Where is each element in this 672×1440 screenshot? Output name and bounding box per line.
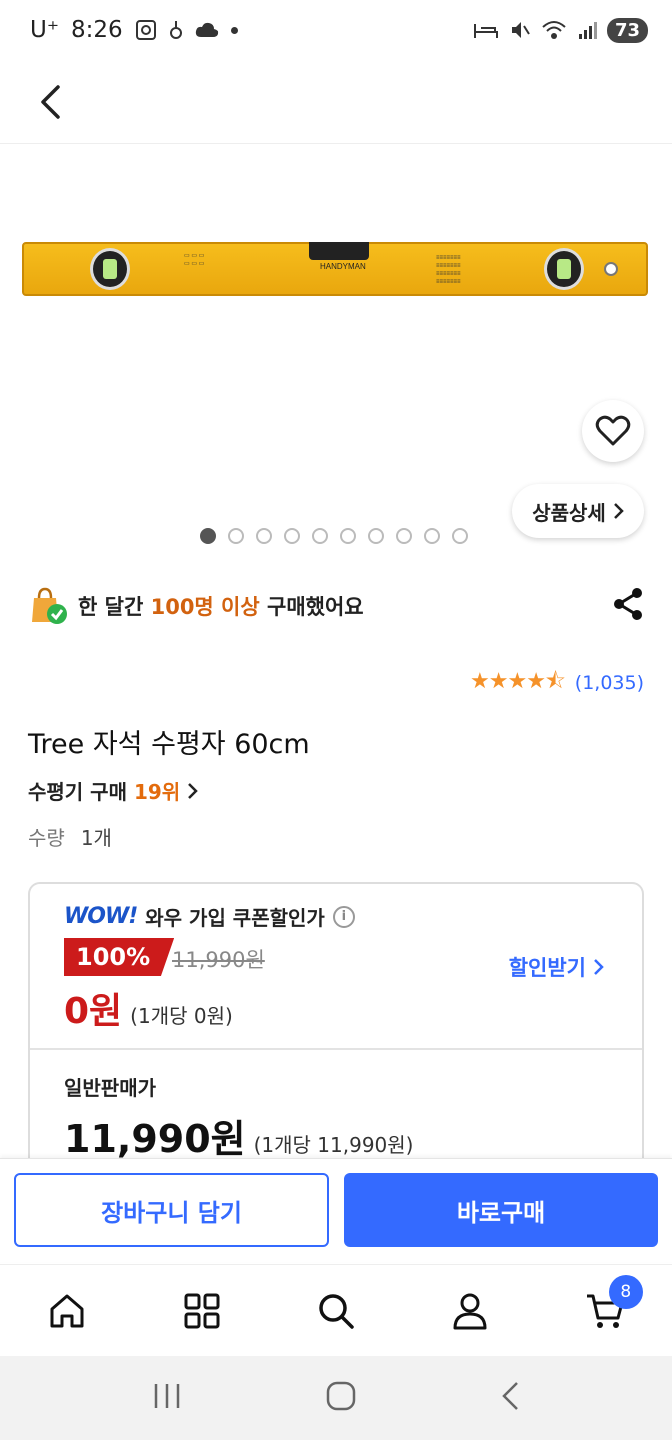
level-print-mark: ▭ ▭ ▭ ▭ ▭ ▭: [184, 253, 205, 267]
recent-apps-icon: [154, 1384, 180, 1408]
carousel-dot[interactable]: [340, 528, 356, 544]
cloud-icon: [195, 22, 218, 37]
level-vial-icon: [544, 248, 584, 290]
chevron-right-icon: [594, 959, 604, 975]
wow-coupon-label: 와우 가입 쿠폰할인가: [145, 906, 325, 930]
level-hang-hole: [604, 262, 618, 276]
nav-search[interactable]: [306, 1281, 366, 1341]
level-top-vial-icon: [309, 242, 369, 260]
product-detail-button[interactable]: 상품상세: [512, 484, 644, 538]
get-coupon-button[interactable]: 할인받기: [509, 952, 604, 982]
heart-icon: [595, 415, 631, 446]
home-circle-icon: [326, 1381, 356, 1411]
add-to-cart-button[interactable]: 장바구니 담기: [14, 1173, 329, 1247]
purchase-count-text: 한 달간 100명 이상 구매했어요: [78, 595, 364, 619]
home-icon: [50, 1294, 84, 1327]
grid-icon: [184, 1293, 220, 1328]
wifi-icon: [542, 21, 566, 39]
nav-home[interactable]: [37, 1281, 97, 1341]
purchase-count-banner: 한 달간 100명 이상 구매했어요: [28, 582, 644, 630]
carousel-dot[interactable]: [256, 528, 272, 544]
wow-price: 0원 (1개당 0원): [64, 982, 233, 1034]
notification-icon: [169, 21, 182, 39]
battery-level: 73: [606, 17, 648, 43]
normal-price: 11,990원 (1개당 11,990원): [64, 1108, 413, 1163]
app-bar: [0, 60, 672, 144]
screenshot-icon: [135, 20, 156, 40]
share-button[interactable]: [612, 587, 644, 625]
product-image-carousel[interactable]: ▭ ▭ ▭ ▭ ▭ ▭ HANDYMAN ≡≡≡≡≡≡≡ ≡≡≡≡≡≡≡ ≡≡≡≡≡≡…: [0, 144, 672, 564]
dot-icon: [230, 26, 238, 34]
category-rank-link[interactable]: 수평기 구매 19위: [28, 776, 198, 805]
recent-apps-button[interactable]: [152, 1382, 182, 1414]
chevron-right-icon: [188, 782, 198, 799]
carousel-dot[interactable]: [424, 528, 440, 544]
normal-price-label: 일반판매가: [64, 1076, 156, 1100]
product-detail-label: 상품상세: [532, 500, 606, 525]
wow-unit-price: (1개당 0원): [130, 1004, 233, 1028]
rating-summary[interactable]: ★★★★⯪ (1,035): [470, 664, 644, 702]
star-rating-icon: ★★★★⯪: [470, 669, 566, 694]
home-system-button[interactable]: [326, 1381, 356, 1415]
wow-price-value: 0원: [64, 991, 123, 1032]
info-icon[interactable]: i: [332, 905, 355, 928]
search-icon: [319, 1293, 354, 1329]
carousel-indicator: [200, 528, 468, 544]
quantity-value: 1개: [80, 826, 112, 850]
buy-now-button[interactable]: 바로구매: [344, 1173, 658, 1247]
wow-logo: WOW!: [64, 904, 138, 929]
signal-icon: [578, 22, 597, 39]
back-button[interactable]: [28, 78, 72, 126]
nav-cart[interactable]: 8: [575, 1274, 643, 1341]
rank-label: 수평기 구매 19위: [28, 780, 181, 804]
carousel-dot[interactable]: [284, 528, 300, 544]
carousel-dot[interactable]: [312, 528, 328, 544]
share-icon: [614, 588, 642, 620]
quantity-info: 수량 1개: [28, 822, 112, 851]
price-box: WOW! 와우 가입 쿠폰할인가 i 100% 11,990원 할인받기 0원 …: [28, 882, 644, 1182]
carousel-dot[interactable]: [452, 528, 468, 544]
bed-icon: [473, 24, 498, 38]
level-vial-icon: [90, 248, 130, 290]
get-coupon-label: 할인받기: [508, 956, 586, 980]
carrier-label: U⁺: [30, 17, 59, 43]
nav-categories[interactable]: [172, 1281, 232, 1341]
normal-unit-price: (1개당 11,990원): [253, 1133, 414, 1157]
clock: 8:26: [70, 17, 123, 43]
purchase-action-bar: 장바구니 담기 바로구매: [0, 1158, 672, 1262]
level-print-mark: ≡≡≡≡≡≡≡ ≡≡≡≡≡≡≡ ≡≡≡≡≡≡≡ ≡≡≡≡≡≡≡: [436, 255, 461, 285]
carousel-dot[interactable]: [200, 528, 216, 544]
status-bar: U⁺ 8:26 73: [0, 0, 672, 60]
carousel-dot[interactable]: [228, 528, 244, 544]
user-icon: [453, 1293, 487, 1329]
quantity-label: 수량: [28, 826, 65, 850]
wow-coupon-header: WOW! 와우 가입 쿠폰할인가 i: [64, 902, 355, 931]
carousel-dot[interactable]: [396, 528, 412, 544]
discount-rate-badge: 100%: [64, 938, 175, 976]
shopping-bag-check-icon: [32, 587, 67, 624]
product-title: Tree 자석 수평자 60cm: [28, 729, 310, 760]
level-brand-text: HANDYMAN: [320, 262, 366, 271]
bottom-navigation: 8: [0, 1264, 672, 1356]
original-price: 11,990원: [172, 948, 265, 972]
system-back-button[interactable]: [500, 1381, 520, 1415]
divider: [30, 1048, 642, 1050]
cart-count-badge: 8: [608, 1274, 643, 1309]
wishlist-button[interactable]: [582, 400, 644, 462]
product-image: ▭ ▭ ▭ ▭ ▭ ▭ HANDYMAN ≡≡≡≡≡≡≡ ≡≡≡≡≡≡≡ ≡≡≡≡≡≡…: [22, 242, 648, 296]
nav-my-account[interactable]: [440, 1281, 500, 1341]
back-icon: [502, 1382, 518, 1410]
back-arrow-icon: [41, 85, 60, 119]
system-navigation: [0, 1356, 672, 1440]
normal-price-value: 11,990원: [64, 1117, 246, 1161]
mute-icon: [511, 22, 530, 38]
chevron-right-icon: [613, 503, 624, 519]
review-count[interactable]: (1,035): [575, 672, 644, 694]
carousel-dot[interactable]: [368, 528, 384, 544]
